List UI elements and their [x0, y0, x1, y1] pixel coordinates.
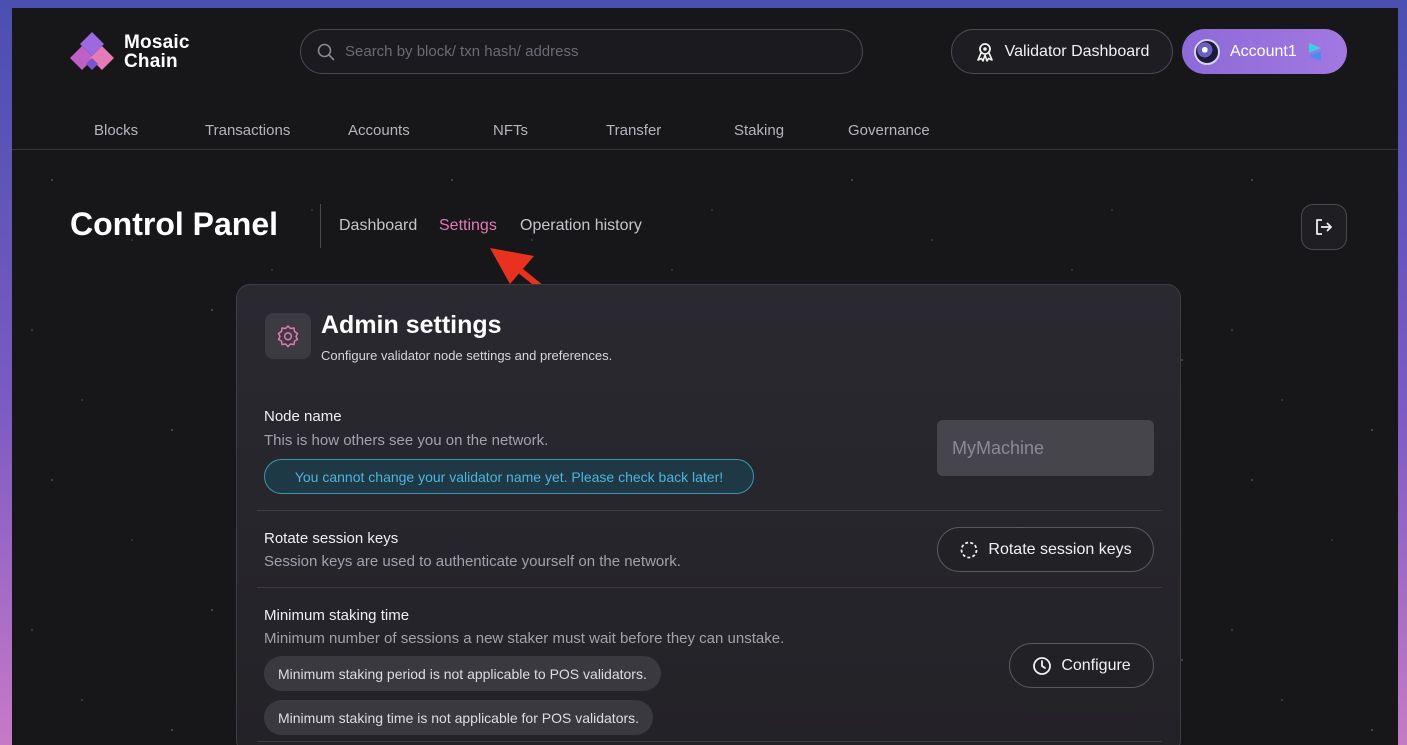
node-name-description: This is how others see you on the networ… [264, 432, 549, 449]
configure-button[interactable]: Configure [1009, 643, 1154, 688]
app-frame: Mosaic Chain Validator Dashboard [0, 0, 1407, 745]
nav-item-transfer[interactable]: Transfer [606, 122, 661, 139]
wallet-s-icon [1308, 42, 1321, 61]
nav-item-blocks[interactable]: Blocks [94, 122, 138, 139]
validator-dashboard-label: Validator Dashboard [1004, 42, 1150, 60]
configure-label: Configure [1061, 656, 1131, 674]
row-divider [257, 741, 1162, 742]
account-avatar [1194, 38, 1220, 65]
nav-item-transactions[interactable]: Transactions [205, 122, 290, 139]
logout-icon [1316, 219, 1332, 235]
main-nav: Blocks Transactions Accounts NFTs Transf… [12, 116, 1398, 150]
card-title: Admin settings [321, 311, 502, 339]
search-bar[interactable] [300, 29, 863, 74]
app-screen: Mosaic Chain Validator Dashboard [12, 8, 1398, 745]
logo-line-1: Mosaic [124, 32, 190, 53]
settings-icon-box [265, 313, 311, 359]
staking-period-note: Minimum staking period is not applicable… [264, 656, 661, 691]
search-icon [317, 43, 335, 60]
staking-time-note: Minimum staking time is not applicable f… [264, 700, 654, 735]
title-divider [320, 204, 321, 248]
row-divider [257, 587, 1162, 588]
account-button[interactable]: Account1 [1182, 29, 1347, 74]
tab-operation-history[interactable]: Operation history [520, 217, 642, 235]
search-input[interactable] [345, 43, 835, 60]
logo[interactable]: Mosaic Chain [70, 30, 224, 74]
rotate-keys-label: Rotate session keys [264, 530, 399, 547]
rotate-session-keys-button[interactable]: Rotate session keys [937, 527, 1154, 572]
validator-icon [976, 42, 993, 62]
validator-dashboard-button[interactable]: Validator Dashboard [951, 29, 1173, 74]
mosaic-logo-icon [70, 32, 114, 70]
gear-icon [277, 325, 299, 348]
logo-text: Mosaic Chain [124, 33, 224, 71]
nav-item-governance[interactable]: Governance [848, 122, 930, 139]
logout-button[interactable] [1301, 204, 1347, 250]
tab-dashboard[interactable]: Dashboard [339, 217, 417, 235]
admin-settings-card: Admin settings Configure validator node … [236, 284, 1181, 745]
rotate-keys-description: Session keys are used to authenticate yo… [264, 553, 681, 570]
rotate-icon [961, 541, 978, 558]
tab-settings[interactable]: Settings [439, 217, 497, 235]
nav-item-nfts[interactable]: NFTs [493, 122, 528, 139]
rotate-session-keys-label: Rotate session keys [988, 540, 1132, 558]
nav-item-accounts[interactable]: Accounts [348, 122, 410, 139]
nav-item-staking[interactable]: Staking [734, 122, 784, 139]
node-name-input[interactable] [937, 420, 1154, 476]
clock-icon [1033, 656, 1052, 675]
page-title: Control Panel [70, 206, 279, 242]
staking-time-label: Minimum staking time [264, 607, 410, 624]
staking-time-description: Minimum number of sessions a new staker … [264, 630, 785, 647]
card-subtitle: Configure validator node settings and pr… [321, 348, 613, 363]
node-name-label: Node name [264, 408, 342, 425]
node-name-notice: You cannot change your validator name ye… [264, 459, 754, 494]
account-label: Account1 [1230, 42, 1297, 60]
logo-line-2: Chain [124, 51, 178, 72]
row-divider [257, 510, 1162, 511]
